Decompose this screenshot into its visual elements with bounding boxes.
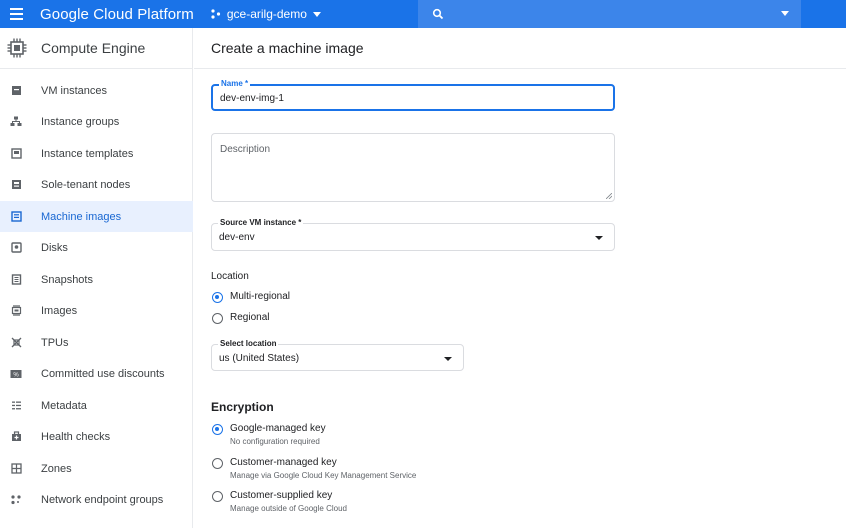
select-location-label: Select location: [218, 339, 279, 348]
chevron-down-icon: [595, 236, 603, 240]
radio-description: No configuration required: [230, 437, 320, 446]
project-selector[interactable]: gce-arilg-demo: [210, 7, 321, 21]
vm-icon: [9, 84, 23, 98]
source-vm-label: Source VM instance *: [218, 218, 304, 227]
health-icon: [9, 430, 23, 444]
sidebar-item-label: Committed use discounts: [41, 367, 165, 380]
radio-label: Multi-regional: [230, 291, 291, 302]
radio-label: Customer-managed key: [230, 457, 337, 468]
radio-label: Regional: [230, 312, 270, 323]
radio-button: [212, 292, 223, 303]
image-icon: [9, 304, 23, 318]
sidebar-item-sole-tenant-nodes[interactable]: Sole-tenant nodes: [0, 169, 193, 200]
sidebar-item-committed-use-discounts[interactable]: % Committed use discounts: [0, 358, 193, 389]
project-name: gce-arilg-demo: [226, 7, 307, 21]
project-dots-icon: [211, 9, 220, 19]
radio-customer-supplied-key[interactable]: Customer-supplied key Manage outside of …: [212, 490, 347, 513]
chevron-down-icon: [312, 11, 321, 17]
zones-icon: [9, 462, 23, 476]
radio-button: [212, 491, 223, 502]
metadata-icon: [9, 399, 23, 413]
chevron-down-icon: [444, 357, 452, 361]
select-location-value: us (United States): [219, 353, 300, 364]
page-title: Create a machine image: [211, 40, 364, 56]
description-placeholder: Description: [220, 144, 271, 155]
disk-icon: [9, 241, 23, 255]
search-icon: [432, 8, 444, 20]
sidebar-item-label: Snapshots: [41, 273, 93, 286]
radio-regional[interactable]: Regional: [212, 312, 269, 324]
encryption-heading: Encryption: [211, 400, 274, 414]
radio-label: Google-managed key: [230, 423, 326, 434]
radio-multi-regional[interactable]: Multi-regional: [212, 291, 290, 303]
sidebar-item-label: Machine images: [41, 210, 122, 223]
sidebar-title: Compute Engine: [41, 40, 146, 56]
sidebar-item-instance-templates[interactable]: Instance templates: [0, 138, 193, 169]
sidebar-item-label: Images: [41, 304, 78, 317]
sidebar-item-snapshots[interactable]: Snapshots: [0, 264, 193, 295]
description-field[interactable]: Description: [211, 133, 615, 202]
sidebar-item-vm-instances[interactable]: VM instances: [0, 75, 193, 106]
node-icon: [9, 178, 23, 192]
radio-customer-managed-key[interactable]: Customer-managed key Manage via Google C…: [212, 457, 416, 480]
search-dropdown-icon[interactable]: [781, 11, 789, 16]
name-field-value: dev-env-img-1: [220, 93, 284, 104]
source-vm-value: dev-env: [219, 232, 255, 243]
select-location-dropdown[interactable]: Select location us (United States): [211, 339, 464, 371]
sidebar-item-metadata[interactable]: Metadata: [0, 390, 193, 421]
network-icon: [9, 493, 23, 507]
sidebar-item-label: Instance templates: [41, 147, 134, 160]
sidebar-item-instance-groups[interactable]: Instance groups: [0, 106, 193, 137]
tpu-icon: [9, 336, 23, 350]
radio-label: Customer-supplied key: [230, 490, 333, 501]
sidebar-item-tpus[interactable]: TPUs: [0, 327, 193, 358]
snapshot-icon: [9, 273, 23, 287]
location-label: Location: [211, 271, 249, 282]
sidebar-item-label: Network endpoint groups: [41, 493, 164, 506]
sidebar: Compute Engine VM instances Instance gro…: [0, 28, 193, 528]
name-field[interactable]: Name * dev-env-img-1: [211, 79, 615, 111]
sidebar-item-disks[interactable]: Disks: [0, 232, 193, 263]
machine-image-icon: [9, 210, 23, 224]
search-bar[interactable]: [418, 0, 801, 28]
sidebar-item-health-checks[interactable]: Health checks: [0, 421, 193, 452]
groups-icon: [9, 115, 23, 129]
brand-title[interactable]: Google Cloud Platform: [40, 6, 194, 23]
sidebar-item-label: VM instances: [41, 84, 108, 97]
svg-text:%: %: [13, 372, 19, 378]
top-app-bar: Google Cloud Platform gce-arilg-demo: [0, 0, 846, 28]
sidebar-item-zones[interactable]: Zones: [0, 453, 193, 484]
compute-engine-icon: [7, 38, 27, 58]
sidebar-item-label: Zones: [41, 462, 72, 475]
radio-button: [212, 424, 223, 435]
source-vm-select[interactable]: Source VM instance * dev-env: [211, 218, 615, 251]
sidebar-item-images[interactable]: Images: [0, 295, 193, 326]
radio-google-managed-key[interactable]: Google-managed key No configuration requ…: [212, 423, 326, 446]
header-divider: [194, 68, 846, 69]
sidebar-item-network-endpoint-groups[interactable]: Network endpoint groups: [0, 484, 193, 515]
radio-description: Manage outside of Google Cloud: [230, 504, 347, 513]
radio-button: [212, 458, 223, 469]
discount-icon: %: [9, 367, 23, 381]
sidebar-item-label: Health checks: [41, 430, 111, 443]
sidebar-header: Compute Engine: [0, 28, 192, 69]
sidebar-item-label: Metadata: [41, 399, 87, 412]
template-icon: [9, 147, 23, 161]
sidebar-item-machine-images[interactable]: Machine images: [0, 201, 193, 232]
sidebar-item-label: Sole-tenant nodes: [41, 178, 131, 191]
sidebar-item-label: TPUs: [41, 336, 69, 349]
name-field-label: Name *: [219, 79, 251, 88]
resize-handle-icon[interactable]: [606, 193, 612, 199]
sidebar-item-label: Disks: [41, 241, 68, 254]
radio-button: [212, 313, 223, 324]
menu-icon[interactable]: [0, 0, 32, 28]
sidebar-item-label: Instance groups: [41, 115, 120, 128]
radio-description: Manage via Google Cloud Key Management S…: [230, 471, 417, 480]
